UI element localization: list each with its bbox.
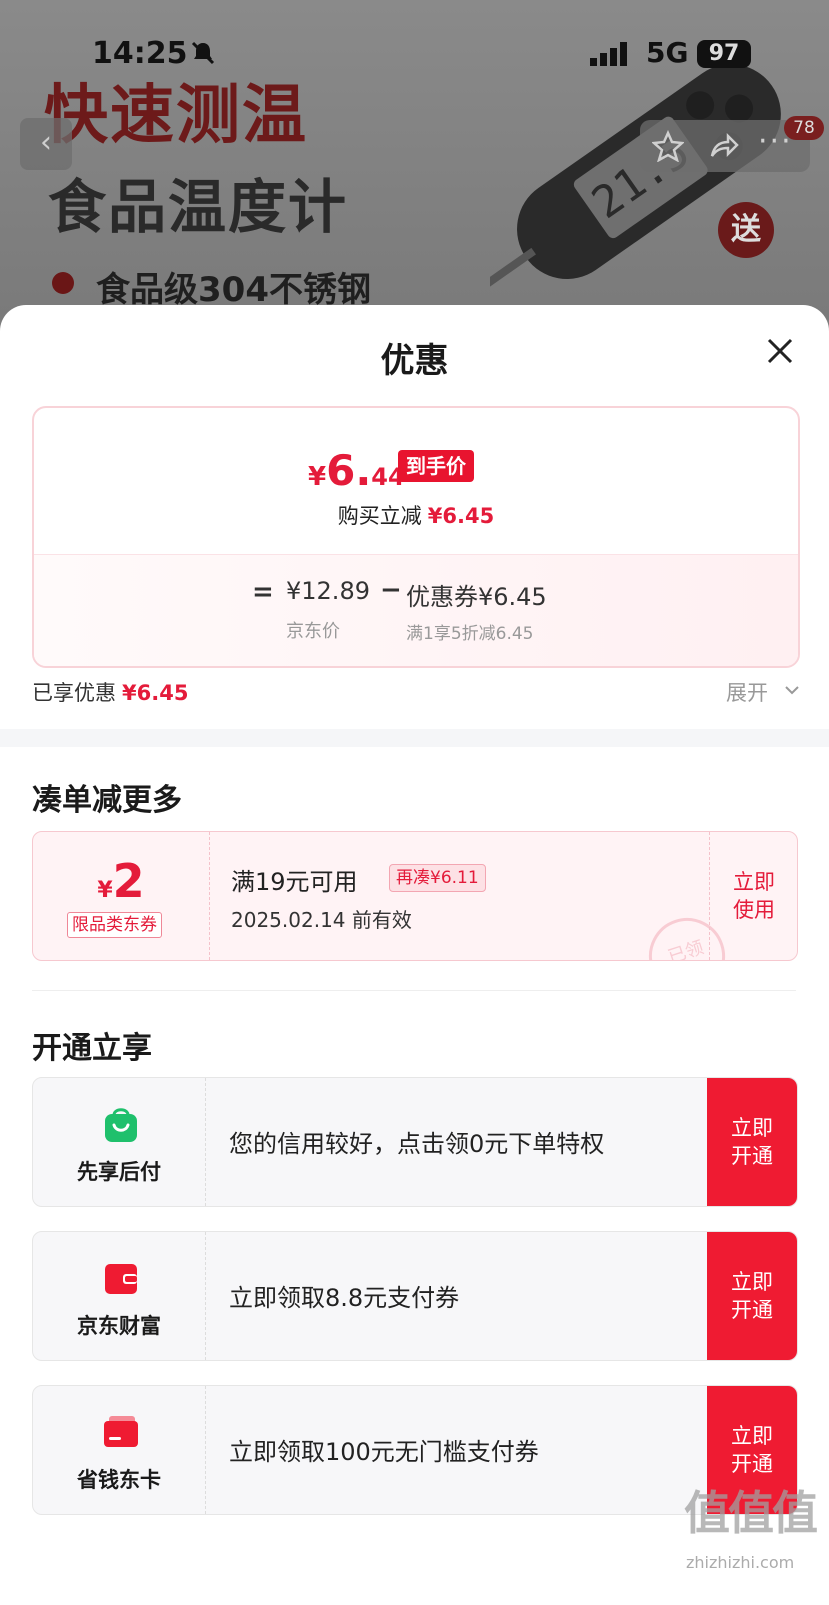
instant-reduce-row: 购买立减 ¥6.45 (34, 500, 798, 530)
ad-bullet-dot (52, 272, 74, 294)
ad-title-line2: 食品温度计 (48, 173, 349, 241)
message-count-badge: 78 (784, 116, 824, 140)
enjoyed-discount: 已享优惠 ¥6.45 (32, 681, 189, 705)
coupon-amount: ¥2 (97, 854, 145, 908)
watermark-glyphs: 值值值 (684, 1486, 818, 1540)
service-name: 先享后付 (77, 1160, 161, 1184)
minus-sign: − (380, 575, 402, 605)
coupon-need-more-tag: 再凑¥6.11 (389, 864, 486, 892)
bell-mute-icon (191, 41, 215, 65)
coupon-card[interactable]: ¥2 限品类东券 满19元可用 再凑¥6.11 2025.02.14 前有效 已… (32, 831, 798, 961)
open-now-button[interactable]: 立即开通 (707, 1078, 797, 1206)
discount-sheet: 优惠 ¥6.44 到手价 购买立减 ¥6.45 = ¥12.89 京东价 − 优惠… (0, 305, 829, 1605)
coupon-expiry: 2025.02.14 前有效 (231, 908, 412, 932)
coupon-rule: 满1享5折减6.45 (406, 624, 534, 644)
reduce-amount: ¥6.45 (427, 504, 495, 528)
jd-price-label: 京东价 (286, 621, 340, 642)
final-price-area: ¥6.44 到手价 购买立减 ¥6.45 (34, 408, 798, 554)
use-coupon-button[interactable]: 立即使用 (709, 832, 797, 960)
battery-level: 97 (697, 40, 751, 68)
service-card-left: 省钱东卡 (33, 1386, 206, 1514)
price-breakdown-card: ¥6.44 到手价 购买立减 ¥6.45 = ¥12.89 京东价 − 优惠券¥6… (32, 406, 800, 668)
section-title-open: 开通立享 (32, 1031, 152, 1066)
watermark: 值值值 zhizhizhi.com (684, 1477, 824, 1597)
coupon-condition: 满19元可用 (231, 868, 358, 896)
coupon-deduction: 优惠券¥6.45 (406, 583, 547, 611)
sheet-title: 优惠 (380, 341, 449, 381)
final-price: ¥6.44 (308, 446, 405, 495)
service-name: 省钱东卡 (77, 1468, 161, 1492)
service-card-pay-later[interactable]: 先享后付 您的信用较好，点击领0元下单特权 立即开通 (32, 1077, 798, 1207)
chevron-down-icon[interactable] (784, 683, 800, 697)
price-formula: = ¥12.89 京东价 − 优惠券¥6.45 满1享5折减6.45 (34, 554, 798, 666)
bag-icon (105, 1108, 137, 1142)
watermark-url: zhizhizhi.com (686, 1553, 795, 1572)
jd-price: ¥12.89 (286, 577, 370, 605)
network-type: 5G (646, 36, 689, 69)
section-title-more: 凑单减更多 (32, 783, 182, 818)
service-card-left: 先享后付 (33, 1078, 206, 1206)
reduce-label: 购买立减 (337, 504, 422, 528)
coupon-type-tag: 限品类东券 (67, 912, 162, 938)
service-desc: 立即领取100元无门槛支付券 (229, 1438, 539, 1466)
open-now-button[interactable]: 立即开通 (707, 1232, 797, 1360)
section-separator (0, 729, 829, 747)
signal-icon (590, 42, 627, 66)
card-icon (104, 1416, 138, 1447)
coupon-value-area: ¥2 限品类东券 (33, 832, 210, 960)
ad-feature: 食品级304不锈钢 (96, 270, 371, 310)
final-price-tag: 到手价 (398, 450, 474, 482)
wallet-icon (105, 1264, 137, 1294)
service-desc: 您的信用较好，点击领0元下单特权 (229, 1130, 605, 1158)
gift-badge: 送 (718, 202, 774, 258)
service-name: 京东财富 (77, 1314, 161, 1338)
status-bar: 14:25 5G 97 (0, 36, 829, 76)
share-icon[interactable] (708, 130, 740, 162)
product-hero: 快速测温 食品温度计 食品级304不锈钢 21.5 送 14:25 5G 97 (0, 0, 829, 320)
ad-title-line1: 快速测温 (44, 79, 308, 153)
chevron-left-icon: ‹ (40, 125, 52, 160)
star-icon[interactable] (652, 130, 684, 162)
divider (32, 990, 796, 991)
expand-button[interactable]: 展开 (726, 677, 768, 707)
service-card-left: 京东财富 (33, 1232, 206, 1360)
equals-sign: = (252, 577, 274, 607)
service-desc: 立即领取8.8元支付券 (229, 1284, 460, 1312)
close-icon[interactable] (766, 337, 794, 365)
status-time: 14:25 (92, 36, 188, 71)
service-card-jd-wealth[interactable]: 京东财富 立即领取8.8元支付券 立即开通 (32, 1231, 798, 1361)
back-button[interactable]: ‹ (20, 118, 72, 170)
